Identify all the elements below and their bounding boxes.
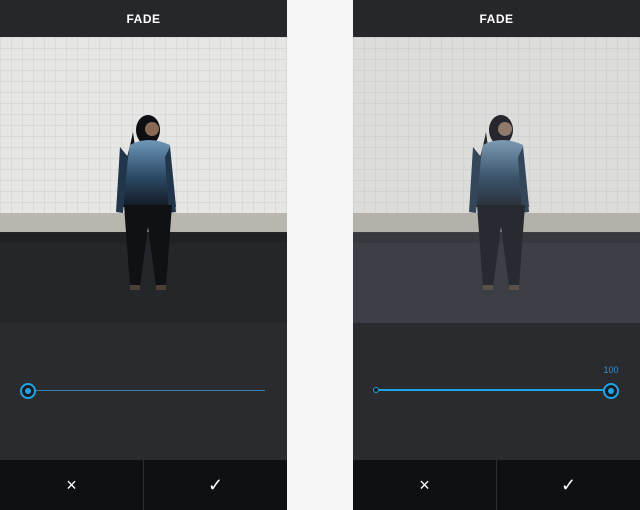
- fade-slider[interactable]: 100: [353, 323, 640, 460]
- photo-image: [353, 37, 640, 323]
- checkmark-icon: ✓: [560, 474, 577, 495]
- confirm-button[interactable]: ✓: [144, 460, 287, 510]
- slider-track: [28, 390, 265, 391]
- close-icon: ×: [419, 474, 430, 495]
- photo-preview: [353, 37, 640, 323]
- confirm-button[interactable]: ✓: [497, 460, 640, 510]
- photo-preview: [0, 37, 287, 323]
- header: FADE: [353, 0, 640, 37]
- slider-track-fill: [379, 389, 612, 391]
- header: FADE: [0, 0, 287, 37]
- checkmark-icon: ✓: [207, 474, 224, 495]
- fade-slider[interactable]: [0, 323, 287, 460]
- page-title: FADE: [479, 11, 514, 26]
- page-title: FADE: [126, 11, 161, 26]
- slider-knob[interactable]: [603, 383, 619, 399]
- cancel-button[interactable]: ×: [353, 460, 496, 510]
- close-icon: ×: [66, 474, 77, 495]
- slider-value-label: 100: [603, 365, 619, 375]
- slider-knob[interactable]: [20, 383, 36, 399]
- cancel-button[interactable]: ×: [0, 460, 143, 510]
- photo-image: [0, 37, 287, 323]
- action-bar: × ✓: [0, 460, 287, 510]
- action-bar: × ✓: [353, 460, 640, 510]
- fade-screen-after: FADE 100 × ✓: [353, 0, 640, 510]
- fade-screen-before: FADE × ✓: [0, 0, 287, 510]
